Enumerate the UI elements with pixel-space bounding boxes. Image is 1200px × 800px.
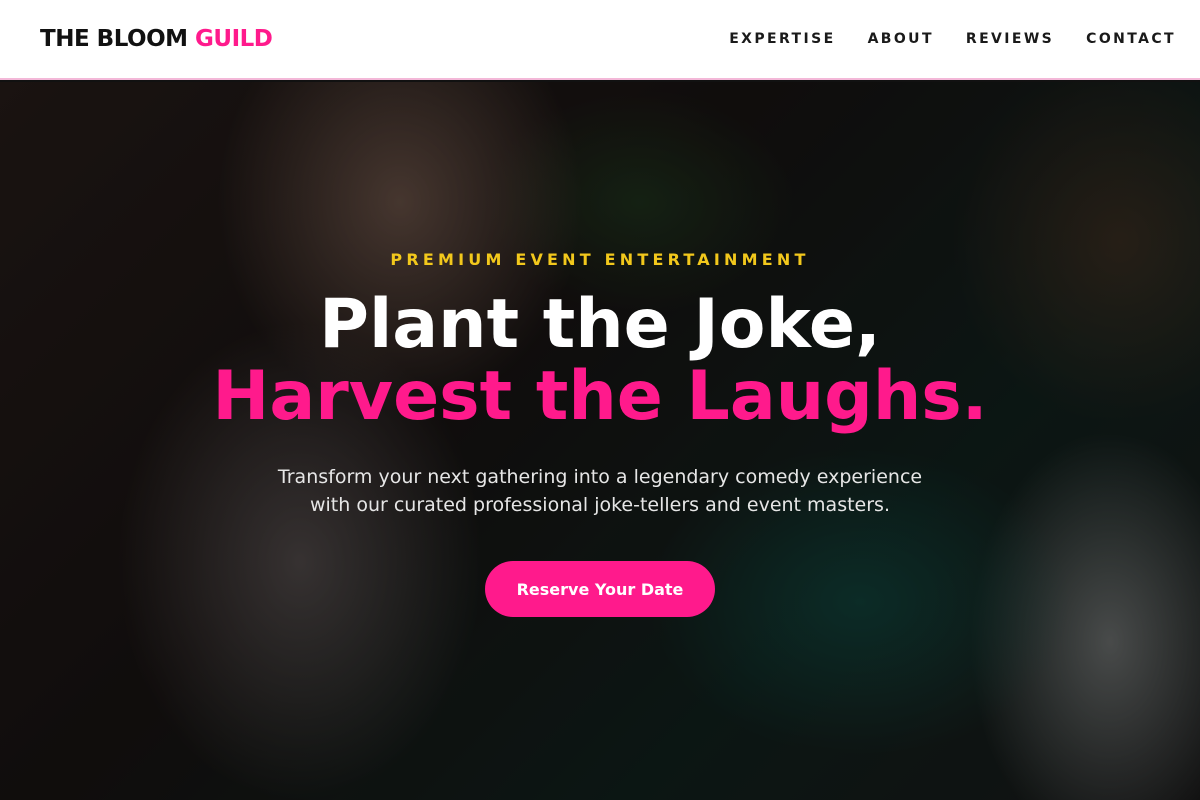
nav-link-expertise[interactable]: EXPERTISE (729, 31, 835, 47)
hero-subtext: Transform your next gathering into a leg… (277, 466, 923, 516)
nav-link-about[interactable]: ABOUT (868, 31, 934, 47)
site-logo[interactable]: THE BLOOM GUILD (40, 26, 273, 52)
logo-accent-text: GUILD (195, 26, 273, 52)
hero-content: PREMIUM EVENT ENTERTAINMENT Plant the Jo… (0, 82, 1200, 800)
nav-link-contact[interactable]: CONTACT (1086, 31, 1176, 47)
hero-headline-line1: Plant the Joke, (319, 285, 881, 364)
hero-eyebrow: PREMIUM EVENT ENTERTAINMENT (390, 250, 810, 269)
site-header: THE BLOOM GUILD EXPERTISE ABOUT REVIEWS … (0, 0, 1200, 80)
main-nav: EXPERTISE ABOUT REVIEWS CONTACT (729, 31, 1176, 47)
hero-section: PREMIUM EVENT ENTERTAINMENT Plant the Jo… (0, 82, 1200, 800)
reserve-date-button[interactable]: Reserve Your Date (485, 561, 715, 617)
logo-main-text: THE BLOOM (40, 26, 196, 52)
hero-headline-line2: Harvest the Laughs. (212, 357, 988, 436)
nav-link-reviews[interactable]: REVIEWS (966, 31, 1054, 47)
